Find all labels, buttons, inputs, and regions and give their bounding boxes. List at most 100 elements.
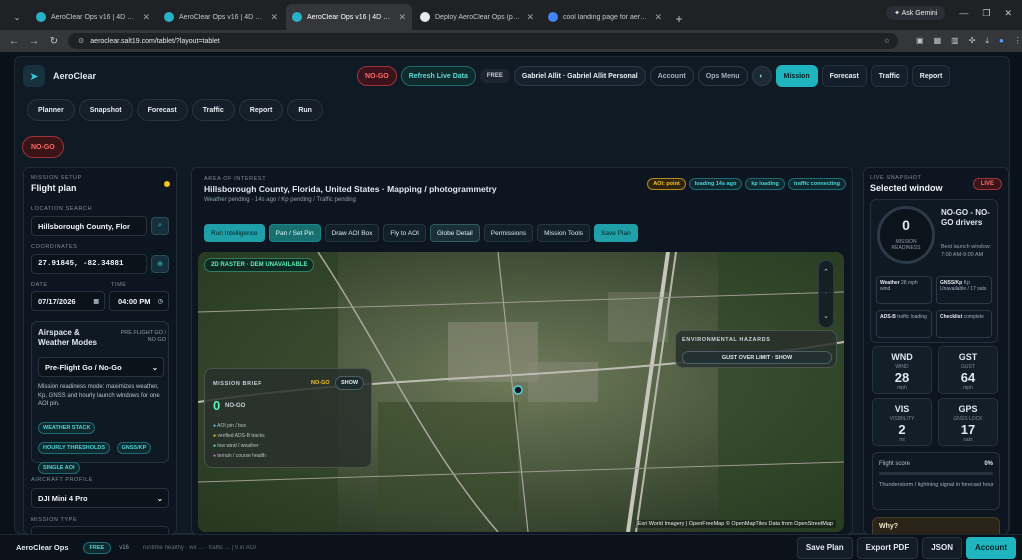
app-shell: ➤ AeroClear NO-GO Refresh Live Data FREE… bbox=[14, 56, 1010, 535]
locate-target-icon[interactable]: ⊕ bbox=[151, 255, 169, 273]
nav-report[interactable]: Report bbox=[911, 65, 951, 87]
mode-select[interactable]: Pre-Flight Go / No-Go ⌄ bbox=[38, 357, 164, 377]
app-header: ➤ AeroClear NO-GO Refresh Live Data FREE… bbox=[21, 61, 1003, 91]
extension-icon[interactable]: ▣ bbox=[916, 36, 924, 46]
export-pdf-button[interactable]: Export PDF bbox=[856, 536, 919, 559]
time-label: TIME bbox=[111, 282, 127, 288]
menu-kebab-icon[interactable]: ⋮ bbox=[1014, 36, 1022, 46]
minimize-icon[interactable]: — bbox=[959, 8, 968, 18]
reload-icon[interactable]: ↻ bbox=[48, 36, 60, 47]
brief-label: NO-GO bbox=[225, 403, 246, 409]
aoi-subtitle: Weather pending · 14s ago / Kp pending /… bbox=[204, 197, 356, 203]
search-icon[interactable]: ⌕ bbox=[151, 217, 169, 235]
draw-aoi-box-button[interactable]: Draw AOI Box bbox=[324, 224, 380, 242]
close-tab-icon[interactable]: ✕ bbox=[398, 12, 406, 23]
ask-gemini-button[interactable]: ✦ Ask Gemini bbox=[886, 6, 946, 20]
satellite-map[interactable]: 2D RASTER · DEM UNAVAILABLE ⌃ · ⌄ MISSIO… bbox=[198, 252, 844, 532]
browser-tab-active[interactable]: AeroClear Ops v16 | 4D Drone ✕ bbox=[286, 4, 412, 30]
fly-to-aoi-button[interactable]: Fly to AOI bbox=[383, 224, 426, 242]
close-tab-icon[interactable]: ✕ bbox=[270, 12, 278, 23]
footer-account-button[interactable]: Account bbox=[966, 536, 1016, 559]
new-tab-button[interactable]: + bbox=[670, 8, 688, 30]
live-badge: LIVE bbox=[972, 178, 1002, 190]
user-account-pill[interactable]: Gabriel Allit · Gabriel Allit Personal bbox=[513, 66, 646, 86]
subnav-run[interactable]: Run bbox=[287, 99, 323, 121]
coordinates-label: COORDINATES bbox=[31, 244, 78, 250]
footer-save-plan-button[interactable]: Save Plan bbox=[796, 536, 853, 559]
mini-adsb: ADS-B traffic loading bbox=[876, 310, 932, 338]
download-icon[interactable]: ⤓ bbox=[985, 36, 989, 46]
close-tab-icon[interactable]: ✕ bbox=[526, 12, 534, 23]
chip-single-aoi[interactable]: SINGLE AOI bbox=[38, 462, 80, 474]
chip-weather-stack[interactable]: WEATHER STACK bbox=[38, 422, 96, 434]
mission-brief-card: MISSION BRIEF NO-GO SHOW 0 NO-GO ● AOI p… bbox=[204, 368, 372, 468]
extension-icon[interactable]: ▥ bbox=[951, 36, 959, 46]
browser-tab[interactable]: AeroClear Ops v16 | 4D Drone ✕ bbox=[158, 4, 284, 30]
nogo-drivers: NO-GO - NO-GO drivers bbox=[941, 208, 990, 227]
nav-forecast[interactable]: Forecast bbox=[821, 65, 867, 87]
brief-show-button[interactable]: SHOW bbox=[335, 376, 365, 390]
close-tab-icon[interactable]: ✕ bbox=[142, 12, 150, 23]
wind-value: 28 bbox=[894, 370, 910, 385]
bottom-status-bar: AeroClear Ops FREE v16 runtime healthy ·… bbox=[0, 534, 1022, 560]
google-favicon-icon bbox=[548, 12, 558, 22]
mission-tools-button[interactable]: Mission Tools bbox=[537, 224, 591, 242]
nav-mission[interactable]: Mission bbox=[775, 65, 818, 87]
map-legend: ● AOI pin / box ● verified ADS-B tracks … bbox=[213, 421, 266, 461]
site-info-icon[interactable]: ⚙ bbox=[78, 37, 84, 45]
theme-toggle-icon[interactable]: ◐ bbox=[751, 66, 772, 86]
close-window-icon[interactable]: ✕ bbox=[1004, 8, 1012, 19]
chip-hourly-thresholds[interactable]: HOURLY THRESHOLDS bbox=[38, 442, 111, 454]
aoi-tags: AOI: point loading 14s ago kp loading tr… bbox=[647, 178, 846, 190]
calendar-icon[interactable]: ▦ bbox=[93, 298, 99, 305]
coordinates-input[interactable]: 27.91845, -82.34881 bbox=[31, 254, 147, 274]
status-dot-icon bbox=[164, 181, 170, 187]
url-field[interactable]: ⚙ aeroclear.salt19.com/tablet/?layout=tab… bbox=[68, 33, 898, 49]
subnav-forecast[interactable]: Forecast bbox=[136, 99, 188, 121]
subnav-planner[interactable]: Planner bbox=[27, 99, 75, 121]
save-plan-button[interactable]: Save Plan bbox=[594, 224, 638, 242]
location-search-input[interactable]: Hillsborough County, Flor bbox=[31, 216, 147, 236]
chip-gnss-kp[interactable]: GNSS/KP bbox=[116, 442, 152, 454]
zoom-out-icon[interactable]: ⌄ bbox=[823, 312, 829, 320]
json-export-button[interactable]: JSON bbox=[922, 536, 962, 559]
extension-icon[interactable]: ▦ bbox=[934, 36, 942, 46]
tag-aoi-point: AOI: point bbox=[647, 178, 686, 190]
browser-tab[interactable]: AeroClear Ops v16 | 4D Drone ✕ bbox=[30, 4, 156, 30]
browser-chrome: ⌄ AeroClear Ops v16 | 4D Drone ✕ AeroClea… bbox=[0, 0, 1022, 52]
profile-avatar-icon[interactable]: ● bbox=[999, 36, 1004, 46]
why-button[interactable]: Why? bbox=[872, 517, 1000, 534]
clock-icon[interactable]: ◷ bbox=[158, 298, 163, 305]
pan-set-pin-button[interactable]: Pan / Set Pin bbox=[268, 224, 321, 242]
forward-arrow-icon[interactable]: → bbox=[28, 36, 40, 47]
browser-tab[interactable]: cool landing page for aeronaut ✕ bbox=[542, 4, 668, 30]
window-controls: ✦ Ask Gemini — ❐ ✕ bbox=[886, 6, 1022, 20]
bookmark-star-icon[interactable]: ☆ bbox=[884, 37, 890, 45]
account-button[interactable]: Account bbox=[649, 66, 694, 86]
back-arrow-icon[interactable]: ← bbox=[8, 36, 20, 47]
nav-traffic[interactable]: Traffic bbox=[870, 65, 908, 87]
time-input[interactable]: 04:00 PM ◷ bbox=[109, 291, 169, 311]
aircraft-select[interactable]: DJI Mini 4 Pro ⌄ bbox=[31, 488, 169, 508]
mission-type-label: MISSION TYPE bbox=[31, 517, 78, 523]
subnav-snapshot[interactable]: Snapshot bbox=[78, 99, 133, 121]
gust-over-limit-button[interactable]: GUST OVER LIMIT · SHOW bbox=[682, 351, 832, 364]
close-tab-icon[interactable]: ✕ bbox=[654, 12, 662, 23]
subnav-traffic[interactable]: Traffic bbox=[191, 99, 235, 121]
permissions-button[interactable]: Permissions bbox=[483, 224, 534, 242]
compass-icon[interactable]: · bbox=[825, 290, 827, 297]
subnav-report[interactable]: Report bbox=[238, 99, 284, 121]
tab-search-button[interactable]: ⌄ bbox=[6, 4, 28, 30]
mode-description: Mission readiness mode: maximizes weathe… bbox=[38, 384, 160, 407]
refresh-live-data-button[interactable]: Refresh Live Data bbox=[400, 66, 476, 86]
zoom-in-icon[interactable]: ⌃ bbox=[823, 268, 829, 276]
browser-tab[interactable]: Deploy AeroClear Ops (product✕ bbox=[414, 4, 540, 30]
ops-menu-button[interactable]: Ops Menu bbox=[697, 66, 748, 86]
visibility-abbr: VIS bbox=[894, 404, 910, 414]
gust-tile: GST GUST 64 mph bbox=[938, 346, 998, 394]
globe-detail-button[interactable]: Globe Detail bbox=[429, 224, 480, 242]
date-input[interactable]: 07/17/2026 ▦ bbox=[31, 291, 105, 311]
restore-icon[interactable]: ❐ bbox=[982, 8, 990, 19]
run-intelligence-button[interactable]: Run Intelligence bbox=[204, 224, 265, 242]
puzzle-extensions-icon[interactable]: ✣ bbox=[969, 36, 976, 46]
